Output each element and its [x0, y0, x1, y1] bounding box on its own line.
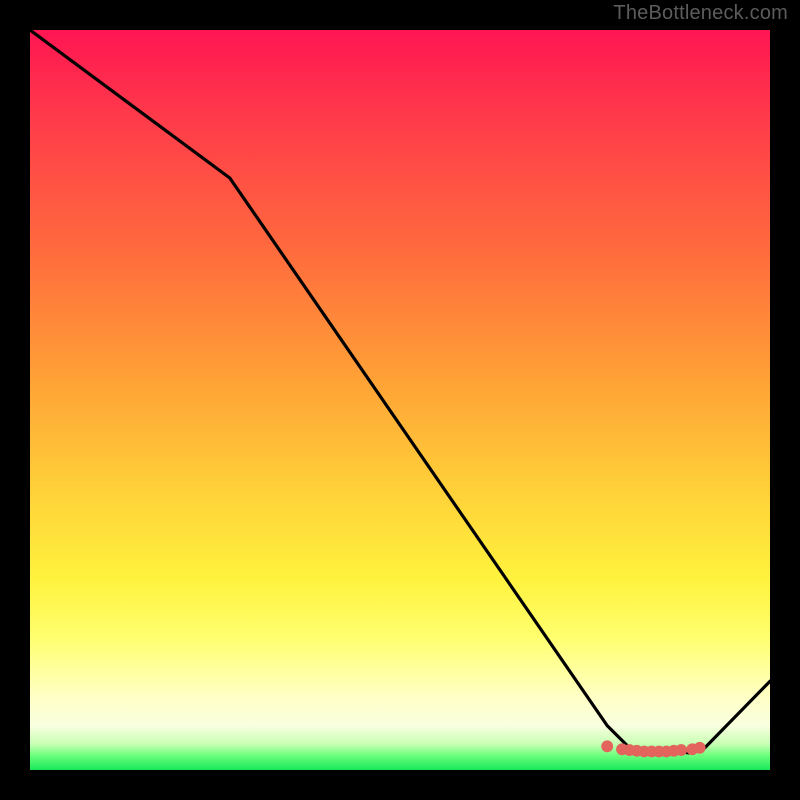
optimal-marker — [601, 740, 613, 752]
bottleneck-curve — [30, 30, 770, 753]
marker-group — [601, 740, 705, 757]
optimal-marker — [675, 744, 687, 756]
chart-svg — [30, 30, 770, 770]
plot-area — [30, 30, 770, 770]
optimal-marker — [694, 742, 706, 754]
chart-container: TheBottleneck.com — [0, 0, 800, 800]
attribution-text: TheBottleneck.com — [613, 2, 788, 25]
